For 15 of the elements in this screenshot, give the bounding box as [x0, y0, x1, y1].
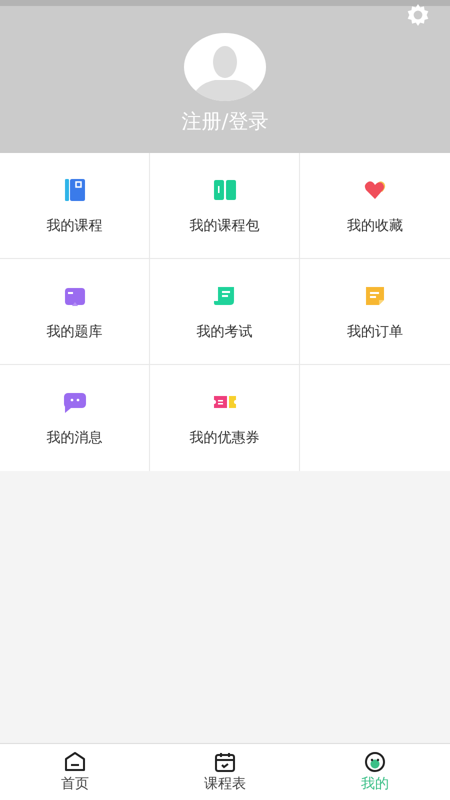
settings-icon[interactable]	[405, 2, 431, 28]
menu-item[interactable]: 我的订单	[300, 259, 450, 365]
menu-item[interactable]: 我的课程包	[150, 153, 300, 259]
home-icon	[63, 751, 87, 773]
calendar-icon	[213, 751, 237, 773]
menu-item[interactable]: 我的题库	[0, 259, 150, 365]
face-icon	[363, 751, 387, 773]
avatar[interactable]	[183, 32, 267, 102]
menu-item[interactable]: 我的课程	[0, 153, 150, 259]
menu-item[interactable]: 我的消息	[0, 365, 150, 471]
nav-tab[interactable]: 课程表	[150, 744, 300, 800]
menu-item[interactable]: 我的优惠券	[150, 365, 300, 471]
nav-tab[interactable]: 首页	[0, 744, 150, 800]
menu-item[interactable]: 我的考试	[150, 259, 300, 365]
menu-item[interactable]: 我的收藏	[300, 153, 450, 259]
